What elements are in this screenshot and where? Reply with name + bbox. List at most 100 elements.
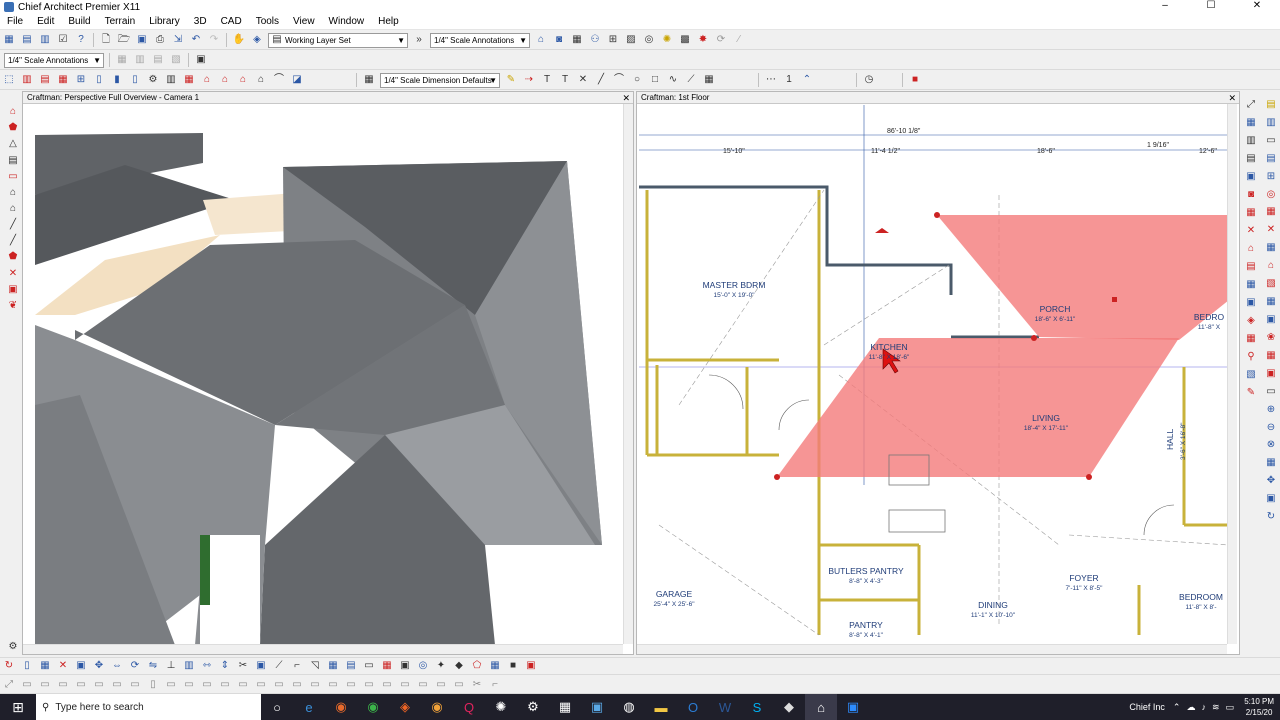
line-icon[interactable]: ✕ <box>576 73 590 87</box>
stairs-tool-icon[interactable]: ▯ <box>92 73 106 87</box>
rotate-icon[interactable]: ⟳ <box>128 659 142 673</box>
more-icon[interactable]: ⋯ <box>764 73 778 87</box>
roof-3d-render[interactable] <box>35 105 633 645</box>
edit-tool-2-icon[interactable]: ▭ <box>20 678 34 692</box>
camera-view-icon[interactable]: ◙ <box>1244 188 1258 202</box>
library-tool-icon[interactable]: ▧ <box>169 53 183 67</box>
trim-icon[interactable]: ✂ <box>236 659 250 673</box>
photos-icon[interactable]: ▣ <box>581 694 613 720</box>
task-view-icon[interactable]: ○ <box>261 694 293 720</box>
end-icon[interactable]: ■ <box>506 659 520 673</box>
roof-tool-icon[interactable]: ▮ <box>110 73 124 87</box>
menu-build[interactable]: Build <box>61 16 97 27</box>
color-icon[interactable]: ✸ <box>696 33 710 47</box>
floor-plan-drawing[interactable]: 86'-10 1/8" 15'-10" 11'-4 1/2" 18'-6" 1 … <box>639 105 1229 645</box>
house-wizard-icon[interactable]: ⬟ <box>6 122 20 134</box>
delete-selected-icon[interactable]: ✕ <box>56 659 70 673</box>
edit-tool-13-icon[interactable]: ▭ <box>218 678 232 692</box>
cabinet-tool-icon[interactable]: ▤ <box>38 73 52 87</box>
pencil-icon[interactable]: ✎ <box>504 73 518 87</box>
truss-icon[interactable]: ⬟ <box>6 251 20 263</box>
wall-detail-icon[interactable]: ▥ <box>1244 134 1258 148</box>
edit-tool-16-icon[interactable]: ▭ <box>272 678 286 692</box>
select-objects-icon[interactable]: ⬚ <box>2 73 16 87</box>
array-icon[interactable]: ▥ <box>182 659 196 673</box>
cube-icon[interactable]: ◪ <box>290 73 304 87</box>
fill-window-icon[interactable]: ▦ <box>1264 456 1278 470</box>
edit-tool-6-icon[interactable]: ▭ <box>92 678 106 692</box>
print-icon[interactable]: ⎙ <box>153 33 167 47</box>
break-icon[interactable]: ▣ <box>6 284 20 296</box>
edit-tool-12-icon[interactable]: ▭ <box>200 678 214 692</box>
cabinet-icon[interactable]: ⌂ <box>200 73 214 87</box>
mirror-icon[interactable]: ⇋ <box>146 659 160 673</box>
cabinet-type-icon[interactable]: ▤ <box>1264 152 1278 166</box>
windows-start-icon[interactable]: ⊞ <box>0 694 36 720</box>
edit-tool-8-icon[interactable]: ▭ <box>128 678 142 692</box>
taskbar-search-input[interactable]: ⚲ Type here to search <box>36 694 261 720</box>
layer-set-select[interactable]: ▤ Working Layer Set ▼ <box>268 32 408 48</box>
frame-icon[interactable]: ▣ <box>398 659 412 673</box>
refresh-icon[interactable]: ⟳ <box>714 33 728 47</box>
stairs-view-icon[interactable]: ▤ <box>1244 260 1258 274</box>
menu-terrain[interactable]: Terrain <box>98 16 143 27</box>
up-floor-icon[interactable]: ⌃ <box>800 73 814 87</box>
framing-tool-icon[interactable]: ▯ <box>128 73 142 87</box>
walk-icon[interactable]: ⚲ <box>1244 350 1258 364</box>
zoom-window-icon[interactable]: ▣ <box>1264 492 1278 506</box>
window-grid-icon[interactable]: ▦ <box>1264 241 1278 255</box>
hip-icon[interactable]: ╱ <box>6 219 20 231</box>
gable-line-icon[interactable]: △ <box>6 138 20 150</box>
edge-icon[interactable]: e <box>293 694 325 720</box>
box-select-icon[interactable]: ▭ <box>362 659 376 673</box>
dimension-defaults-select[interactable]: 1/4" Scale Dimension Defaults ▼ <box>380 72 500 88</box>
perspective-vertical-scrollbar[interactable] <box>623 104 633 644</box>
grid-view-icon[interactable]: ▦ <box>1244 278 1258 292</box>
edit-tool-26-icon[interactable]: ▭ <box>452 678 466 692</box>
pan-icon[interactable]: ✥ <box>1264 474 1278 488</box>
close-button[interactable]: ✕ <box>1234 0 1280 14</box>
plant-icon[interactable]: ❀ <box>1264 331 1278 345</box>
tool-icon[interactable]: ⁄ <box>732 33 746 47</box>
export-icon[interactable]: ⇲ <box>171 33 185 47</box>
layer-icon[interactable]: ◈ <box>250 33 264 47</box>
copy-icon[interactable]: ▣ <box>74 659 88 673</box>
redo-icon[interactable]: ↷ <box>207 33 221 47</box>
polyline-icon[interactable]: ⟋ <box>684 73 698 87</box>
edit-tool-18-icon[interactable]: ▭ <box>308 678 322 692</box>
annotation-select[interactable]: 1/4" Scale Annotations ▼ <box>4 52 104 68</box>
plan-horizontal-scrollbar[interactable] <box>637 644 1227 654</box>
electrical-tool-icon[interactable]: ⚙ <box>146 73 160 87</box>
crate-icon[interactable]: ▦ <box>380 659 394 673</box>
edit-tool-23-icon[interactable]: ▭ <box>398 678 412 692</box>
menu-file[interactable]: File <box>0 16 30 27</box>
menu-tools[interactable]: Tools <box>249 16 286 27</box>
chamfer-icon[interactable]: ◹ <box>308 659 322 673</box>
skype-icon[interactable]: S <box>741 694 773 720</box>
checklist-icon[interactable]: ☑ <box>56 33 70 47</box>
brave-icon[interactable]: ◈ <box>389 694 421 720</box>
menu-library[interactable]: Library <box>142 16 187 27</box>
dim-style-icon[interactable]: ▦ <box>362 73 376 87</box>
box-icon[interactable]: □ <box>648 73 662 87</box>
edit-tool-28-icon[interactable]: ⌐ <box>488 678 502 692</box>
tag-icon[interactable]: ⬠ <box>470 659 484 673</box>
reflect-icon[interactable]: ⊥ <box>164 659 178 673</box>
terrain-type-icon[interactable]: ▧ <box>1264 277 1278 291</box>
image-icon[interactable]: ▦ <box>702 73 716 87</box>
floor-count[interactable]: 1 <box>782 73 796 87</box>
resize-icon[interactable]: ⇔ <box>110 659 124 673</box>
close-plan-icon[interactable]: ✕ <box>1228 92 1236 104</box>
skylight-icon[interactable]: ▤ <box>6 154 20 166</box>
tray-cloud-icon[interactable]: ☁ <box>1186 702 1195 713</box>
app-q-icon[interactable]: Q <box>453 694 485 720</box>
group-icon[interactable]: ▦ <box>326 659 340 673</box>
select-plan-icon[interactable]: ▣ <box>194 53 208 67</box>
point-icon[interactable]: ◎ <box>416 659 430 673</box>
wall-type-icon[interactable]: ▥ <box>1264 116 1278 130</box>
calculator-icon[interactable]: ▦ <box>549 694 581 720</box>
rich-text-icon[interactable]: T <box>558 73 572 87</box>
edit-tool-14-icon[interactable]: ▭ <box>236 678 250 692</box>
pan-hand-icon[interactable]: ✋ <box>232 33 246 47</box>
zoom-fit-icon[interactable]: ⊗ <box>1264 439 1278 453</box>
